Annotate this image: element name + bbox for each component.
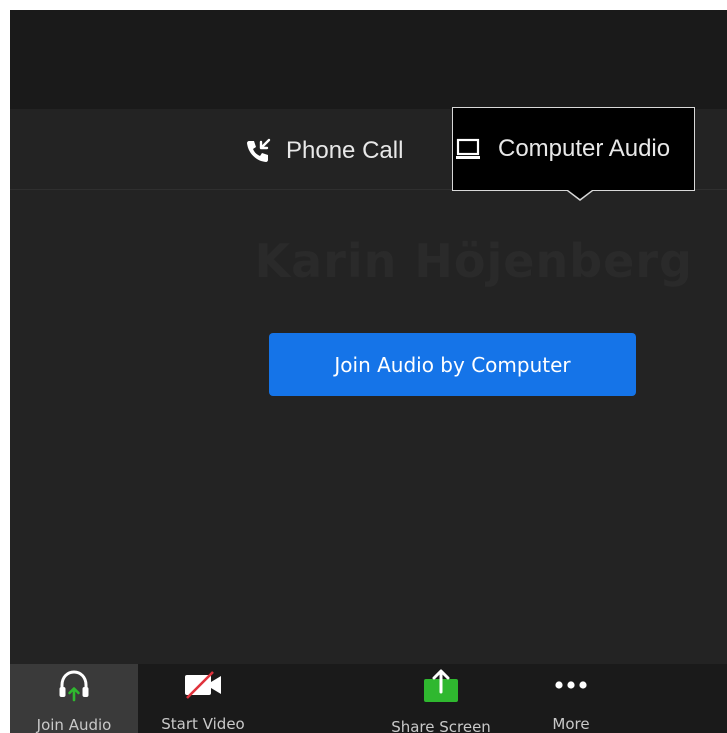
tab-phone-call-label: Phone Call (286, 137, 404, 164)
monitor-icon (456, 138, 480, 159)
more-label: More (552, 715, 590, 733)
share-screen-label: Share Screen (391, 718, 491, 733)
phone-call-icon (247, 138, 271, 162)
start-video-label: Start Video (161, 715, 245, 733)
participant-name: Karin Höjenberg (254, 234, 693, 288)
title-bar (10, 10, 727, 109)
audio-tab-row: Phone Call Computer Audio (10, 107, 727, 201)
meeting-toolbar: Join Audio Start Video Share Screen More (10, 664, 727, 733)
audio-dialog: Phone Call Computer Audio Karin Höjenber… (10, 107, 727, 664)
more-button[interactable]: More (531, 664, 611, 733)
headphones-icon (59, 670, 89, 702)
more-icon (555, 680, 587, 689)
join-audio-button[interactable]: Join Audio (10, 664, 138, 733)
tab-phone-call[interactable]: Phone Call (244, 109, 444, 193)
meeting-window: Phone Call Computer Audio Karin Höjenber… (10, 10, 727, 733)
share-screen-button[interactable]: Share Screen (376, 664, 506, 733)
tooltip-arrow (568, 190, 592, 199)
video-off-icon (185, 670, 221, 699)
tab-computer-audio-label: Computer Audio (498, 135, 671, 162)
start-video-button[interactable]: Start Video (148, 664, 258, 733)
join-audio-label: Join Audio (36, 716, 112, 733)
tab-computer-audio[interactable]: Computer Audio (452, 107, 695, 191)
share-screen-icon (424, 669, 458, 702)
join-audio-by-computer-button[interactable]: Join Audio by Computer (269, 333, 636, 396)
